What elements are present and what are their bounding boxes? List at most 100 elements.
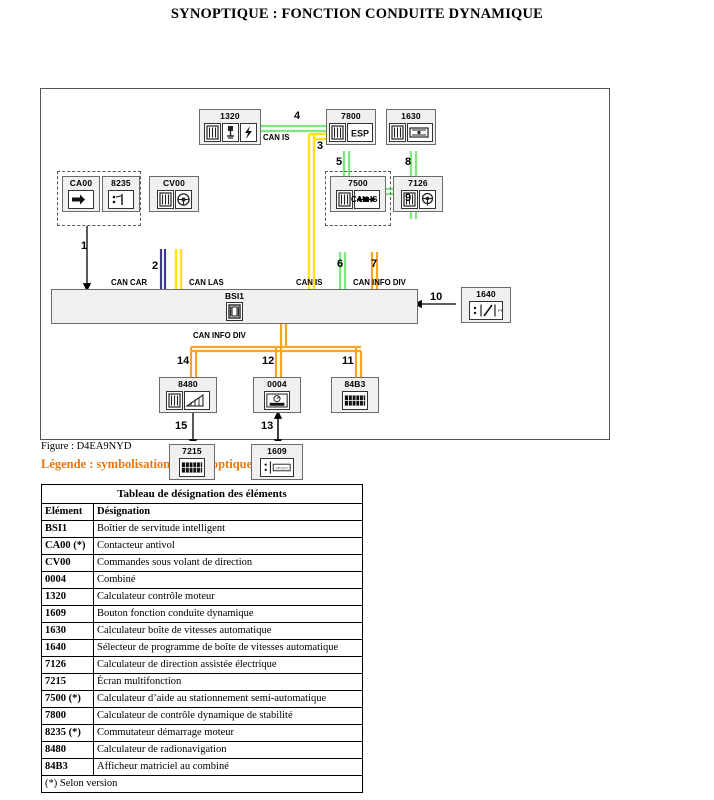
synoptic-diagram: 1320 7800 ESP 1630 CA00 8235 CV00 7500 7… bbox=[40, 88, 610, 480]
spark-plug-icon bbox=[221, 123, 239, 142]
connector-number-10: 10 bbox=[430, 291, 443, 303]
ecu-box-7800[interactable]: 7800 ESP bbox=[326, 109, 376, 145]
cell-designation: Écran multifonction bbox=[93, 673, 363, 691]
ecu-label-1320: 1320 bbox=[220, 111, 240, 121]
ecu-label-0004: 0004 bbox=[267, 379, 287, 389]
ecu-box-8235[interactable]: 8235 bbox=[102, 176, 140, 212]
ecu-box-cv00[interactable]: CV00 bbox=[149, 176, 199, 212]
icon-row-84b3 bbox=[340, 390, 370, 412]
cell-element: 1640 bbox=[41, 639, 94, 657]
ecu-label-7126: 7126 bbox=[408, 178, 428, 188]
cell-element: 7500 (*) bbox=[41, 690, 94, 708]
bus-label-can-is-bsi: CAN IS bbox=[296, 278, 323, 287]
ecu-box-8480[interactable]: 8480 bbox=[159, 377, 217, 413]
ecu-box-1320[interactable]: 1320 bbox=[199, 109, 261, 145]
cell-designation: Calculateur contrôle moteur bbox=[93, 588, 363, 606]
switch-contact-icon bbox=[108, 190, 134, 209]
cell-designation: Afficheur matriciel au combiné bbox=[93, 758, 363, 776]
ecu-label-ca00: CA00 bbox=[69, 178, 93, 188]
table-caption: Tableau de désignation des éléments bbox=[41, 484, 363, 504]
ecu-box-1609[interactable]: 1609 SPORT bbox=[251, 444, 303, 480]
cell-element: 8480 bbox=[41, 741, 94, 759]
cell-element: 0004 bbox=[41, 571, 94, 589]
connector-number-13: 13 bbox=[261, 420, 274, 432]
diagram-canvas: 1320 7800 ESP 1630 CA00 8235 CV00 7500 7… bbox=[41, 89, 609, 480]
connector-number-14: 14 bbox=[177, 355, 190, 367]
connector-number-5: 5 bbox=[336, 156, 343, 168]
svg-text:ESP: ESP bbox=[351, 129, 369, 139]
cell-designation: Commandes sous volant de direction bbox=[93, 554, 363, 572]
cell-element: BSI1 bbox=[41, 520, 94, 538]
connector-icon bbox=[389, 123, 406, 142]
connector-number-1: 1 bbox=[81, 240, 88, 252]
cell-element: CA00 (*) bbox=[41, 537, 94, 555]
cell-designation: Commutateur démarrage moteur bbox=[93, 724, 363, 742]
connector-number-4: 4 bbox=[294, 110, 301, 122]
matrix-display-icon bbox=[342, 391, 368, 410]
icon-row-1640: PRND bbox=[467, 300, 505, 322]
icon-row-cv00 bbox=[155, 189, 194, 211]
cell-designation: Calculateur de direction assistée électr… bbox=[93, 656, 363, 674]
bus-label-can-is-top: CAN IS bbox=[263, 133, 290, 142]
table-row: 1320 Calculateur contrôle moteur bbox=[41, 588, 363, 606]
connector-number-9: 9 bbox=[405, 192, 412, 204]
bus-label-can-info-div-bottom: CAN INFO DIV bbox=[193, 331, 246, 340]
cell-element: 1609 bbox=[41, 605, 94, 623]
cell-element: 84B3 bbox=[41, 758, 94, 776]
cell-element: 7800 bbox=[41, 707, 94, 725]
ecu-box-7500[interactable]: 7500 bbox=[330, 176, 386, 212]
ecu-label-8480: 8480 bbox=[178, 379, 198, 389]
bus-can-las-yellow bbox=[174, 132, 333, 289]
cell-element: 8235 (*) bbox=[41, 724, 94, 742]
ecu-box-0004[interactable]: 0004 bbox=[253, 377, 301, 413]
ecu-label-7215: 7215 bbox=[182, 446, 202, 456]
svg-text:PRND: PRND bbox=[498, 308, 502, 313]
ecu-box-7126[interactable]: 7126 bbox=[393, 176, 443, 212]
ecu-label-8235: 8235 bbox=[111, 178, 131, 188]
connector-number-2: 2 bbox=[152, 260, 159, 272]
page-title: SYNOPTIQUE : FONCTION CONDUITE DYNAMIQUE bbox=[170, 6, 544, 22]
ecu-label-1630: 1630 bbox=[401, 111, 421, 121]
ecu-box-bsi1[interactable]: BSI1 bbox=[51, 289, 418, 324]
ecu-box-1640[interactable]: 1640 PRND bbox=[461, 287, 511, 323]
designation-table: Tableau de désignation des éléments Elém… bbox=[41, 484, 363, 793]
table-row: BSI1 Boîtier de servitude intelligent bbox=[41, 520, 363, 538]
multifunction-screen-icon bbox=[179, 458, 205, 477]
ecu-label-bsi1: BSI1 bbox=[225, 291, 244, 301]
table-header-element: Elément bbox=[41, 503, 94, 521]
icon-row-1609: SPORT bbox=[258, 457, 296, 479]
cell-designation: Bouton fonction conduite dynamique bbox=[93, 605, 363, 623]
legend-line[interactable]: Légende : symbolisation des synoptiques … bbox=[41, 457, 278, 472]
ecu-label-7500: 7500 bbox=[348, 178, 368, 188]
table-row: 1630 Calculateur boîte de vitesses automa… bbox=[41, 622, 363, 640]
figure-caption: Figure : D4EA9NYD bbox=[41, 441, 132, 452]
steering-wheel-control-icon bbox=[174, 190, 192, 209]
ecu-label-84b3: 84B3 bbox=[344, 379, 366, 389]
connector-number-7: 7 bbox=[371, 258, 378, 270]
connector-number-11: 11 bbox=[342, 355, 354, 367]
icon-row-0004 bbox=[262, 390, 292, 412]
table-row: 8235 (*) Commutateur démarrage moteur bbox=[41, 724, 363, 742]
page-root: SYNOPTIQUE : FONCTION CONDUITE DYNAMIQUE bbox=[0, 0, 714, 800]
connector-number-15: 15 bbox=[175, 420, 188, 432]
table-row: 7800 Calculateur de contrôle dynamique de… bbox=[41, 707, 363, 725]
icon-row-8235 bbox=[106, 189, 136, 211]
table-row: 7500 (*) Calculateur d’aide au stationnem… bbox=[41, 690, 363, 708]
table-header-row: Elément Désignation bbox=[41, 503, 363, 521]
connector-icon bbox=[226, 302, 243, 321]
table-row: 84B3 Afficheur matriciel au combiné bbox=[41, 758, 363, 776]
ecu-box-84b3[interactable]: 84B3 bbox=[331, 377, 379, 413]
ecu-label-1609: 1609 bbox=[267, 446, 287, 456]
svg-text:SPORT: SPORT bbox=[275, 466, 289, 470]
table-row: CA00 (*) Contacteur antivol bbox=[41, 537, 363, 555]
ecu-label-1640: 1640 bbox=[476, 289, 496, 299]
bus-label-can-info-div-top: CAN INFO DIV bbox=[353, 278, 406, 287]
ecu-box-7215[interactable]: 7215 bbox=[169, 444, 215, 480]
cell-designation: Calculateur de radionavigation bbox=[93, 741, 363, 759]
ecu-box-ca00[interactable]: CA00 bbox=[62, 176, 100, 212]
bus-label-can-is-mid: CAN IS bbox=[351, 195, 378, 204]
ecu-box-1630[interactable]: 1630 bbox=[386, 109, 436, 145]
radio-nav-icon bbox=[184, 391, 210, 410]
bus-label-can-las: CAN LAS bbox=[189, 278, 224, 287]
icon-row-7800: ESP bbox=[327, 122, 375, 144]
